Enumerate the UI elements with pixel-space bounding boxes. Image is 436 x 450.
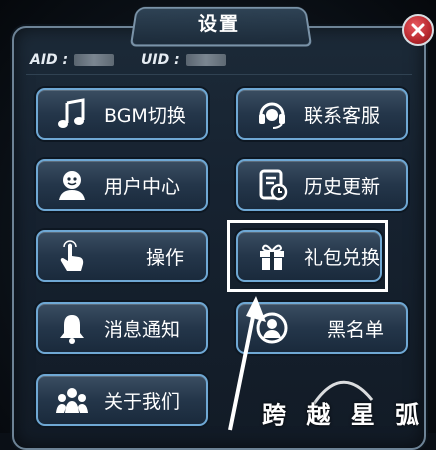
user-face-icon: [52, 165, 92, 205]
bgm-toggle-label: BGM切换: [104, 104, 186, 127]
header-divider: [26, 74, 412, 75]
blacklist-label: 黑名单: [326, 318, 384, 341]
history-updates-label: 历史更新: [304, 175, 381, 198]
dialog-title: 设置: [197, 13, 240, 35]
contact-support-label: 联系客服: [304, 104, 381, 127]
account-id-row: AID : UID :: [30, 52, 232, 68]
highlight-frame: [227, 220, 388, 292]
contact-support-button[interactable]: 联系客服: [236, 88, 408, 140]
about-us-label: 关于我们: [104, 390, 181, 413]
controls-button[interactable]: 操作: [36, 230, 208, 282]
notifications-label: 消息通知: [104, 318, 181, 341]
bell-icon: [52, 308, 92, 348]
uid-label: UID :: [141, 52, 180, 68]
user-center-button[interactable]: 用户中心: [36, 159, 208, 211]
document-clock-icon: [252, 165, 292, 205]
close-button[interactable]: [402, 14, 434, 46]
game-logo-text: 跨 越 星 弧: [262, 401, 426, 429]
tap-hand-icon: [52, 236, 92, 276]
close-icon: [411, 23, 425, 37]
aid-label: AID :: [30, 52, 69, 68]
bgm-toggle-button[interactable]: BGM切换: [36, 88, 208, 140]
headset-icon: [252, 94, 292, 134]
group-icon: [52, 380, 92, 420]
aid-value-redacted: [74, 54, 115, 66]
history-updates-button[interactable]: 历史更新: [236, 159, 408, 211]
about-us-button[interactable]: 关于我们: [36, 374, 208, 426]
music-note-icon: [52, 94, 92, 134]
uid-value-redacted: [185, 54, 226, 66]
controls-label: 操作: [145, 246, 184, 269]
user-center-label: 用户中心: [104, 175, 181, 198]
notifications-button[interactable]: 消息通知: [36, 302, 208, 354]
